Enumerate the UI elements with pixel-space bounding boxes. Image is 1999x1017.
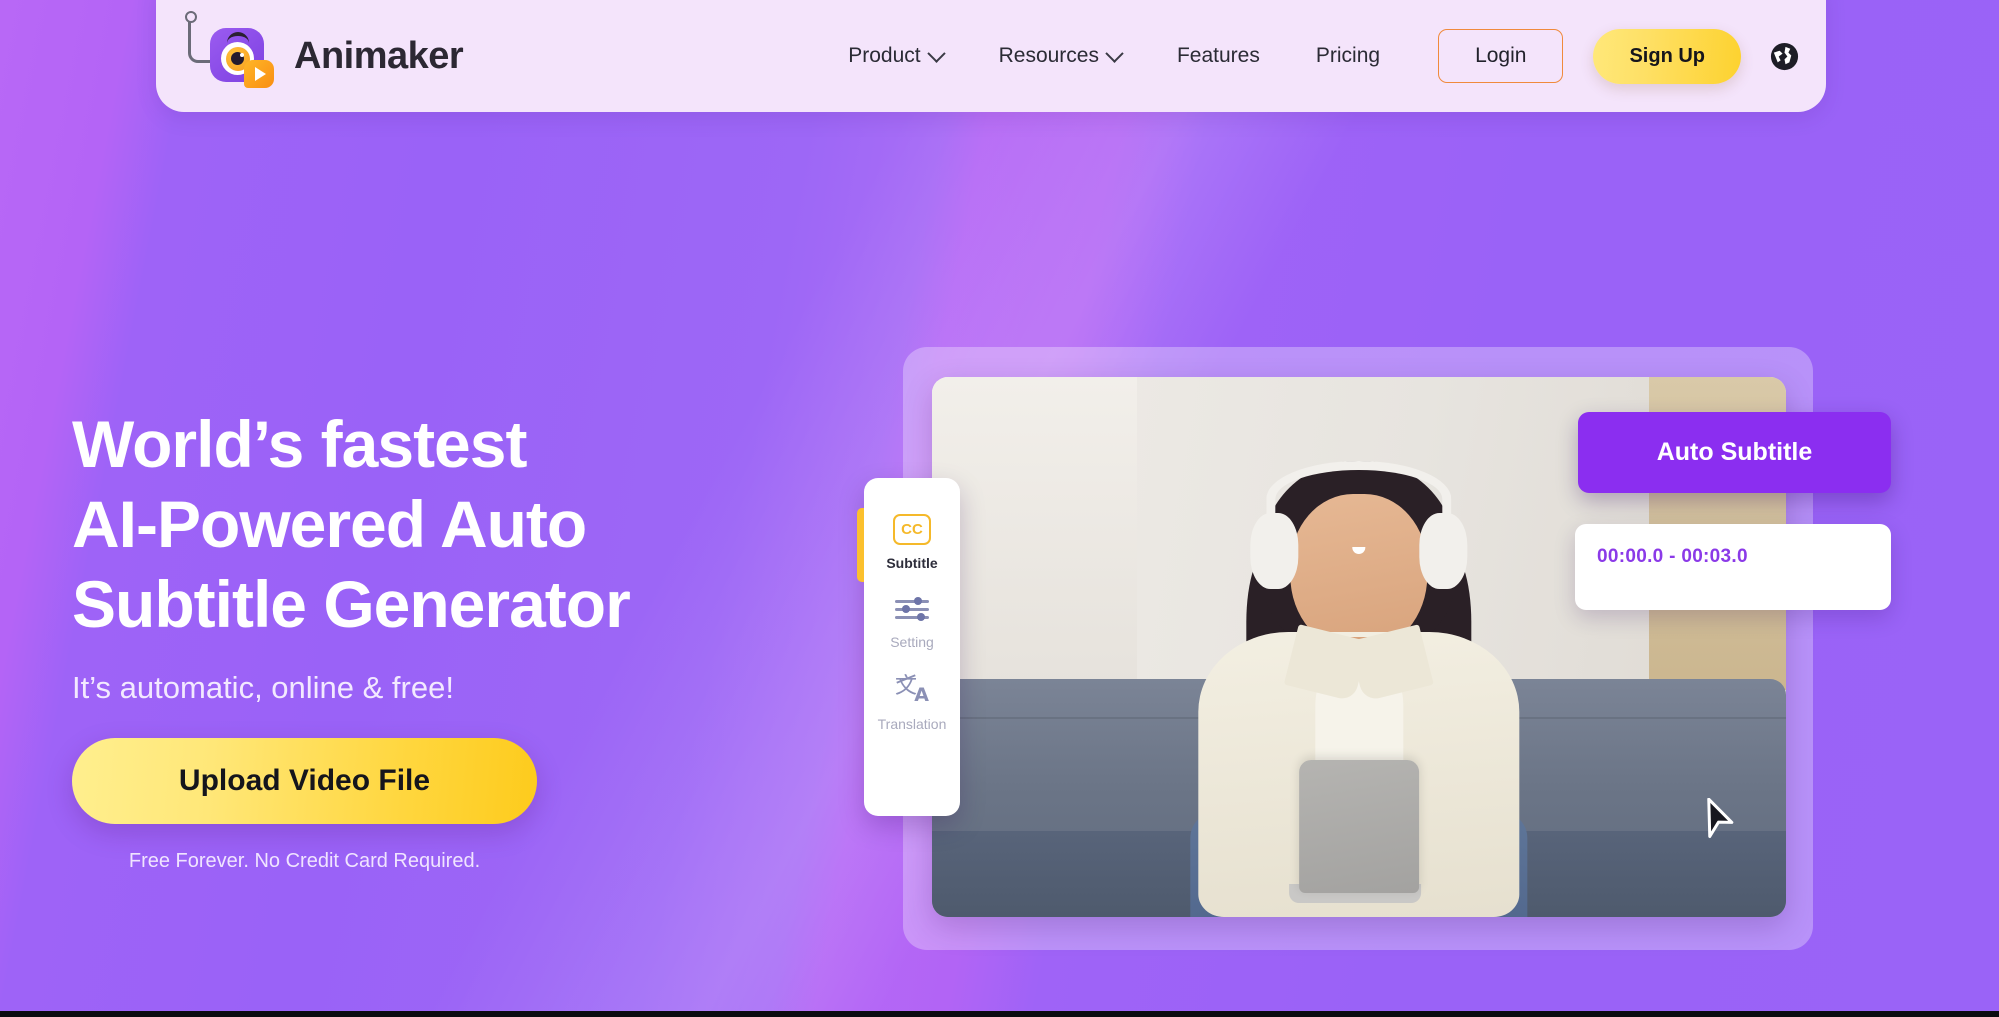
- nav-label-features: Features: [1176, 44, 1260, 67]
- hero-subheadline: It’s automatic, online & free!: [72, 670, 454, 705]
- tool-item-setting[interactable]: Setting: [864, 585, 960, 664]
- upload-video-file-button[interactable]: Upload Video File: [72, 738, 537, 824]
- headline-line-1: World’s fastest: [72, 407, 527, 481]
- globe-icon[interactable]: [1769, 41, 1800, 72]
- logo-lens-inner: [231, 52, 244, 65]
- nav-label-pricing: Pricing: [1315, 44, 1381, 67]
- headline-line-3: Subtitle Generator: [72, 567, 631, 641]
- hero-copy: World’s fastest AI-Powered Auto Subtitle…: [72, 404, 792, 873]
- translate-icon: 文A: [895, 674, 929, 706]
- sliders-icon: [895, 597, 929, 624]
- hero-note: Free Forever. No Credit Card Required.: [128, 850, 481, 872]
- cc-icon: CC: [893, 514, 931, 545]
- tool-item-subtitle[interactable]: CC Subtitle: [857, 502, 960, 585]
- scene-person: [1158, 442, 1559, 917]
- tool-label-translation: Translation: [877, 716, 947, 732]
- signup-button[interactable]: Sign Up: [1593, 28, 1741, 84]
- tool-label-setting: Setting: [890, 634, 934, 650]
- auto-subtitle-card[interactable]: Auto Subtitle: [1578, 412, 1891, 493]
- login-button[interactable]: Login: [1438, 29, 1564, 83]
- brand-name: Animaker: [294, 34, 464, 77]
- nav-item-pricing[interactable]: Pricing: [1288, 44, 1408, 68]
- chevron-down-icon: [1105, 43, 1124, 63]
- tool-item-translation[interactable]: 文A Translation: [864, 664, 960, 746]
- subtitle-timestamp-card[interactable]: 00:00.0 - 00:03.0: [1575, 524, 1891, 610]
- brand-logo[interactable]: Animaker: [185, 11, 464, 88]
- nav-item-product[interactable]: Product: [820, 43, 970, 68]
- headphone-cup-left: [1250, 513, 1299, 590]
- site-header: Animaker Product Resources Features Pric…: [156, 0, 1826, 112]
- tool-label-subtitle: Subtitle: [886, 555, 938, 571]
- mouse-pointer-icon: [1707, 798, 1734, 838]
- subtitle-timestamp: 00:00.0 - 00:03.0: [1597, 546, 1748, 567]
- main-nav: Product Resources Features Pricing Login…: [820, 28, 1800, 84]
- page-root: Animaker Product Resources Features Pric…: [0, 0, 1999, 1017]
- chevron-down-icon: [926, 43, 946, 63]
- nav-label-product: Product: [848, 44, 921, 67]
- animaker-camera-play-logo-icon: [185, 11, 274, 88]
- person-smile: [1352, 547, 1366, 554]
- laptop-icon: [1298, 760, 1420, 894]
- scene-wall-left: [932, 377, 1137, 691]
- play-badge-icon: [244, 60, 274, 88]
- headphone-cup-right: [1419, 513, 1468, 590]
- editor-tool-panel: CC Subtitle Setting 文A Translation: [857, 478, 960, 816]
- bottom-strip: [0, 1011, 1999, 1017]
- page-title: World’s fastest AI-Powered Auto Subtitle…: [72, 404, 792, 644]
- nav-item-resources[interactable]: Resources: [971, 43, 1149, 68]
- nav-label-resources: Resources: [998, 44, 1099, 67]
- headline-line-2: AI-Powered Auto: [72, 487, 587, 561]
- nav-item-features[interactable]: Features: [1149, 44, 1288, 68]
